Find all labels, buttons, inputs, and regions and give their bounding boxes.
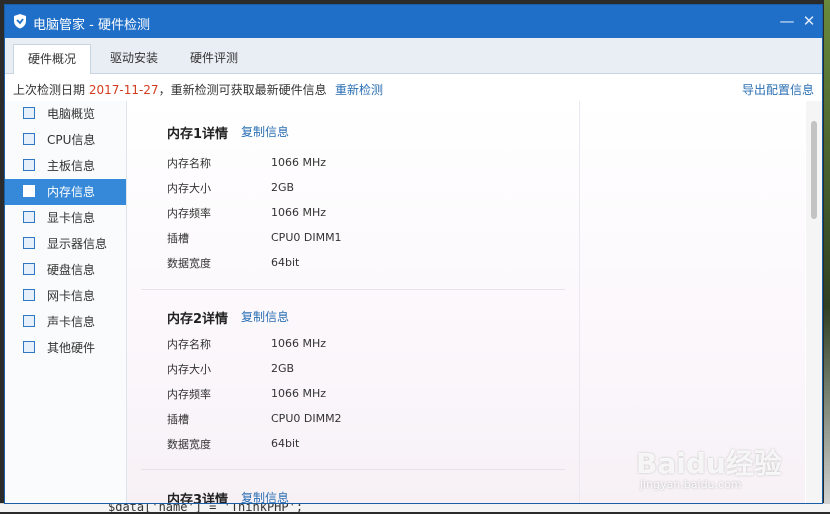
- sidebar-item-hard-disk[interactable]: 硬盘信息: [5, 257, 126, 283]
- last-scan-date: 2017-11-27: [88, 83, 159, 97]
- sidebar-item-label: 其他硬件: [47, 341, 96, 355]
- other-hardware-icon: [23, 341, 35, 353]
- detail-key: 数据宽度: [167, 438, 211, 451]
- section-header: 内存1详情 复制信息: [167, 121, 567, 145]
- section-header: 内存3详情 复制信息: [167, 487, 567, 503]
- detail-key: 插槽: [167, 232, 189, 245]
- sidebar-item-label: 显卡信息: [47, 211, 96, 225]
- title-bar[interactable]: 电脑管家 - 硬件检测 — ✕: [5, 5, 822, 38]
- network-card-icon: [23, 289, 35, 301]
- memory-section-2: 内存2详情 复制信息 内存名称 1066 MHz 内存大小 2GB 内存频率 1066…: [167, 306, 567, 461]
- sidebar-item-motherboard[interactable]: 主板信息: [5, 153, 126, 179]
- sidebar-item-label: 内存信息: [47, 185, 96, 199]
- sound-card-icon: [23, 315, 35, 327]
- sidebar-item-label: 声卡信息: [47, 315, 96, 329]
- tab-hardware-overview[interactable]: 硬件概况: [13, 44, 91, 74]
- motherboard-icon: [23, 159, 35, 171]
- detail-row: 数据宽度 64bit: [167, 436, 567, 461]
- detail-key: 内存名称: [167, 338, 211, 351]
- sidebar-item-label: 硬盘信息: [47, 263, 96, 277]
- detail-value: 1066 MHz: [271, 337, 327, 350]
- sidebar-item-computer-overview[interactable]: 电脑概览: [5, 101, 126, 127]
- close-button[interactable]: ✕: [799, 11, 819, 31]
- sidebar-item-graphics-card[interactable]: 显卡信息: [5, 205, 126, 231]
- vertical-scrollbar[interactable]: [806, 101, 822, 503]
- sidebar-item-network-card[interactable]: 网卡信息: [5, 283, 126, 309]
- sidebar-item-sound-card[interactable]: 声卡信息: [5, 309, 126, 335]
- sidebar-item-memory[interactable]: 内存信息: [5, 179, 126, 205]
- memory-section-3: 内存3详情 复制信息: [167, 487, 567, 503]
- computer-overview-icon: [23, 107, 35, 119]
- hard-disk-icon: [23, 263, 35, 275]
- minimize-button[interactable]: —: [777, 11, 797, 31]
- copy-info-link[interactable]: 复制信息: [241, 123, 289, 140]
- section-title: 内存1详情: [167, 127, 229, 142]
- sidebar-item-label: CPU信息: [47, 133, 96, 147]
- scrollbar-thumb[interactable]: [811, 121, 817, 219]
- detail-row: 内存频率 1066 MHz: [167, 205, 567, 230]
- sidebar-item-label: 显示器信息: [47, 237, 108, 251]
- info-bar: 上次检测日期 2017-11-27，重新检测可获取最新硬件信息 重新检测 导出配…: [5, 74, 822, 101]
- detail-row: 内存频率 1066 MHz: [167, 386, 567, 411]
- last-scan-prefix: 上次检测日期: [13, 83, 89, 97]
- memory-section-1: 内存1详情 复制信息 内存名称 1066 MHz 内存大小 2GB 内存频率 1066…: [167, 121, 567, 280]
- sidebar-item-other-hardware[interactable]: 其他硬件: [5, 335, 126, 361]
- detail-row: 内存名称 1066 MHz: [167, 336, 567, 361]
- memory-icon: [23, 185, 35, 197]
- copy-info-link[interactable]: 复制信息: [241, 308, 289, 325]
- detail-value: 64bit: [271, 437, 300, 450]
- detail-key: 内存频率: [167, 207, 211, 220]
- detail-value: 2GB: [271, 181, 295, 194]
- detail-row: 插槽 CPU0 DIMM1: [167, 230, 567, 255]
- detail-row: 数据宽度 64bit: [167, 255, 567, 280]
- export-config-link[interactable]: 导出配置信息: [742, 81, 814, 98]
- last-scan-suffix: ，重新检测可获取最新硬件信息: [158, 83, 327, 97]
- detail-value: 1066 MHz: [271, 156, 327, 169]
- section-divider: [141, 289, 565, 290]
- detail-key: 插槽: [167, 413, 189, 426]
- detail-row: 内存名称 1066 MHz: [167, 155, 567, 180]
- cpu-icon: [23, 133, 35, 145]
- sidebar: 电脑概览 CPU信息 主板信息 内存信息 显卡信息 显示器信息 硬盘信息 网卡信…: [5, 101, 127, 503]
- baidu-watermark-url: jingyan.baidu.com: [640, 478, 742, 491]
- detail-key: 内存频率: [167, 388, 211, 401]
- detail-key: 数据宽度: [167, 257, 211, 270]
- detail-value: 64bit: [271, 256, 300, 269]
- detail-key: 内存名称: [167, 157, 211, 170]
- tab-bar: 硬件概况 驱动安装 硬件评测: [5, 38, 822, 74]
- tab-hardware-benchmark[interactable]: 硬件评测: [177, 44, 251, 73]
- detail-value: 1066 MHz: [271, 206, 327, 219]
- section-divider: [141, 469, 565, 470]
- copy-info-link[interactable]: 复制信息: [241, 489, 289, 503]
- shield-logo-icon: [14, 14, 26, 29]
- graphics-card-icon: [23, 211, 35, 223]
- rescan-link[interactable]: 重新检测: [335, 81, 383, 98]
- window-title: 电脑管家 - 硬件检测: [33, 18, 150, 33]
- detail-value: CPU0 DIMM2: [271, 412, 342, 425]
- sidebar-item-cpu[interactable]: CPU信息: [5, 127, 126, 153]
- detail-row: 插槽 CPU0 DIMM2: [167, 411, 567, 436]
- sidebar-item-monitor[interactable]: 显示器信息: [5, 231, 126, 257]
- detail-value: 1066 MHz: [271, 387, 327, 400]
- hardware-detection-window: 电脑管家 - 硬件检测 — ✕ 硬件概况 驱动安装 硬件评测 上次检测日期 20…: [4, 4, 823, 504]
- background-desktop-strip: [824, 0, 830, 511]
- monitor-icon: [23, 237, 35, 249]
- sidebar-item-label: 主板信息: [47, 159, 96, 173]
- sidebar-item-label: 电脑概览: [47, 107, 96, 121]
- detail-key: 内存大小: [167, 182, 211, 195]
- panel-divider: [579, 101, 580, 503]
- sidebar-item-label: 网卡信息: [47, 289, 96, 303]
- detail-row: 内存大小 2GB: [167, 361, 567, 386]
- detail-key: 内存大小: [167, 363, 211, 376]
- section-header: 内存2详情 复制信息: [167, 306, 567, 330]
- detail-value: 2GB: [271, 362, 295, 375]
- detail-row: 内存大小 2GB: [167, 180, 567, 205]
- last-scan-info: 上次检测日期 2017-11-27，重新检测可获取最新硬件信息: [13, 81, 327, 98]
- detail-value: CPU0 DIMM1: [271, 231, 342, 244]
- baidu-watermark: Baidu经验: [636, 447, 782, 480]
- section-title: 内存3详情: [167, 493, 229, 503]
- tab-driver-install[interactable]: 驱动安装: [97, 44, 171, 73]
- section-title: 内存2详情: [167, 312, 229, 327]
